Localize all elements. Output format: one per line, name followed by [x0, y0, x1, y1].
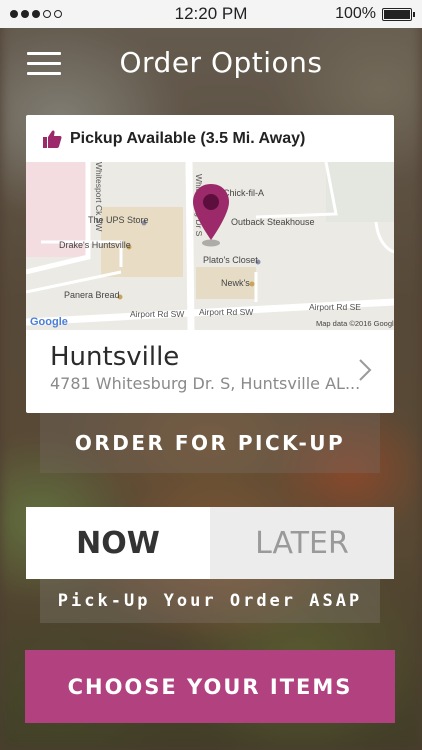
svg-text:Airport Rd SW: Airport Rd SW — [199, 307, 253, 317]
signal-strength-icon — [10, 10, 130, 18]
store-map[interactable]: The UPS Store Drake's Huntsville Plato's… — [26, 162, 394, 330]
header: Order Options — [0, 28, 422, 102]
pickup-availability: Pickup Available (3.5 Mi. Away) — [26, 115, 394, 162]
battery-indicator: 100% — [292, 5, 415, 23]
battery-percent: 100% — [335, 5, 376, 22]
svg-text:Map data ©2016 Google: Map data ©2016 Google — [316, 319, 394, 328]
status-bar: 12:20 PM 100% — [0, 0, 422, 28]
location-card: Pickup Available (3.5 Mi. Away) The UPS … — [26, 115, 394, 413]
location-pin-icon[interactable] — [191, 182, 231, 248]
svg-text:Google: Google — [30, 316, 68, 328]
store-address: 4781 Whitesburg Dr. S, Huntsville AL... — [50, 374, 361, 393]
choose-your-items-button[interactable]: CHOOSE YOUR ITEMS — [25, 650, 395, 723]
later-option[interactable]: LATER — [210, 507, 394, 579]
page-title: Order Options — [119, 46, 323, 79]
status-time: 12:20 PM — [174, 4, 248, 23]
thumbs-up-icon — [43, 130, 62, 148]
svg-text:Newk's: Newk's — [221, 278, 250, 288]
pickup-availability-text: Pickup Available (3.5 Mi. Away) — [70, 129, 306, 147]
battery-icon — [381, 7, 415, 21]
svg-text:Whitesport Ck SW: Whitesport Ck SW — [94, 162, 104, 231]
chevron-right-icon — [359, 359, 372, 381]
svg-text:Outback Steakhouse: Outback Steakhouse — [231, 217, 315, 227]
svg-text:Airport Rd SW: Airport Rd SW — [130, 309, 184, 319]
order-for-pickup-button[interactable]: ORDER FOR PICK-UP — [40, 413, 380, 473]
store-name: Huntsville — [50, 342, 180, 372]
store-selector[interactable]: Huntsville 4781 Whitesburg Dr. S, Huntsv… — [26, 330, 394, 413]
svg-text:Drake's Huntsville: Drake's Huntsville — [59, 240, 131, 250]
pickup-timing-message: Pick-Up Your Order ASAP — [40, 579, 380, 623]
svg-text:Panera Bread: Panera Bread — [64, 290, 120, 300]
svg-text:Plato's Closet: Plato's Closet — [203, 255, 258, 265]
svg-text:Airport Rd SE: Airport Rd SE — [309, 302, 361, 312]
now-option[interactable]: NOW — [26, 507, 210, 579]
timing-toggle: NOW LATER — [26, 507, 394, 579]
